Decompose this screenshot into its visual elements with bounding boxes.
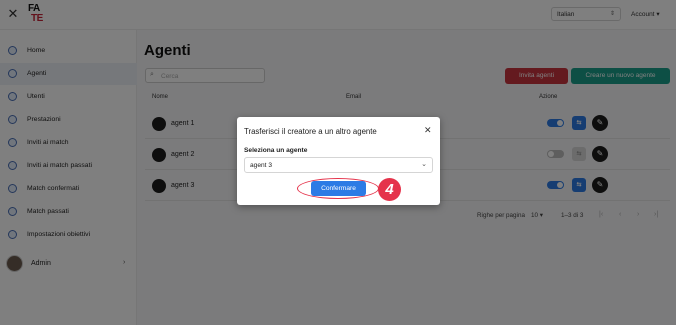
close-icon[interactable]: ✕: [424, 126, 432, 135]
select-agent-label: Seleziona un agente: [244, 147, 308, 154]
selected-agent-value: agent 3: [250, 162, 272, 169]
chevron-down-icon: ⌄: [421, 161, 427, 168]
transfer-creator-dialog: Trasferisci il creatore a un altro agent…: [237, 117, 440, 205]
dialog-title: Trasferisci il creatore a un altro agent…: [244, 127, 377, 136]
agent-select[interactable]: agent 3 ⌄: [244, 157, 433, 173]
confirm-button[interactable]: Confermare: [311, 181, 366, 196]
step-badge: 4: [378, 178, 401, 201]
